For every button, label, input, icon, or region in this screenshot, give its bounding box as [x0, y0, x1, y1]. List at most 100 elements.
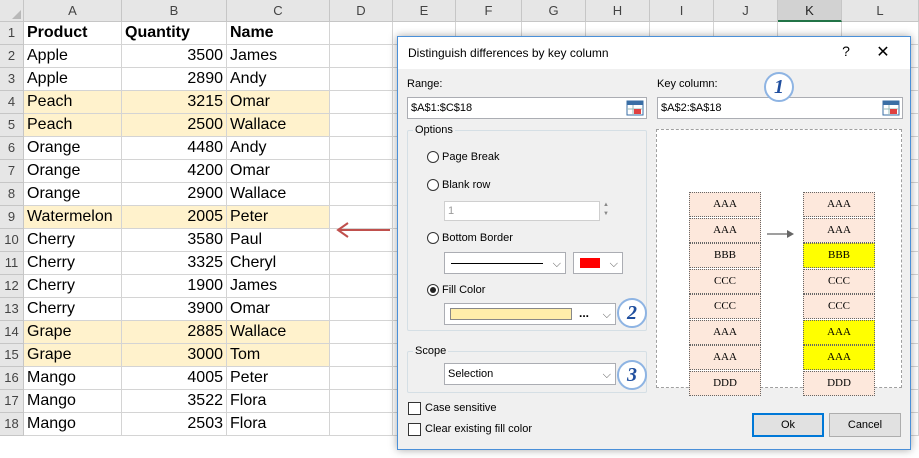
row-header[interactable]: 8 — [0, 183, 24, 206]
close-button[interactable]: ✕ — [873, 42, 893, 62]
cell-product[interactable]: Watermelon — [24, 206, 122, 229]
header-cell-quantity[interactable]: Quantity — [122, 22, 227, 45]
empty-cell[interactable] — [330, 160, 393, 183]
row-header[interactable]: 7 — [0, 160, 24, 183]
scope-select[interactable]: Selection ⌵ — [444, 363, 616, 385]
page-break-radio[interactable] — [427, 151, 439, 163]
cell-quantity[interactable]: 1900 — [122, 275, 227, 298]
row-header[interactable]: 9 — [0, 206, 24, 229]
help-button[interactable]: ? — [836, 43, 856, 59]
row-header[interactable]: 11 — [0, 252, 24, 275]
row-header[interactable]: 5 — [0, 114, 24, 137]
row-header[interactable]: 13 — [0, 298, 24, 321]
cell-product[interactable]: Cherry — [24, 252, 122, 275]
empty-cell[interactable] — [330, 45, 393, 68]
cell-name[interactable]: Omar — [227, 91, 330, 114]
column-header-h[interactable]: H — [586, 0, 650, 22]
row-header[interactable]: 1 — [0, 22, 24, 45]
cell-product[interactable]: Apple — [24, 45, 122, 68]
row-header[interactable]: 2 — [0, 45, 24, 68]
cell-name[interactable]: Wallace — [227, 114, 330, 137]
empty-cell[interactable] — [330, 22, 393, 45]
cell-name[interactable]: Wallace — [227, 321, 330, 344]
case-sensitive-checkbox[interactable] — [408, 402, 421, 415]
cell-quantity[interactable]: 4005 — [122, 367, 227, 390]
empty-cell[interactable] — [330, 114, 393, 137]
empty-cell[interactable] — [330, 68, 393, 91]
empty-cell[interactable] — [330, 321, 393, 344]
cell-quantity[interactable]: 2005 — [122, 206, 227, 229]
cell-product[interactable]: Peach — [24, 114, 122, 137]
empty-cell[interactable] — [330, 137, 393, 160]
column-header-f[interactable]: F — [456, 0, 522, 22]
column-header-j[interactable]: J — [714, 0, 778, 22]
cell-quantity[interactable]: 2890 — [122, 68, 227, 91]
cell-name[interactable]: Omar — [227, 160, 330, 183]
cell-quantity[interactable]: 3000 — [122, 344, 227, 367]
key-column-select-icon[interactable] — [882, 100, 900, 116]
empty-cell[interactable] — [330, 413, 393, 436]
cancel-button[interactable]: Cancel — [829, 413, 901, 437]
range-input[interactable]: $A$1:$C$18 — [407, 97, 647, 119]
cell-quantity[interactable]: 2500 — [122, 114, 227, 137]
empty-cell[interactable] — [330, 252, 393, 275]
cell-quantity[interactable]: 3900 — [122, 298, 227, 321]
ok-button[interactable]: Ok — [752, 413, 824, 437]
cell-quantity[interactable]: 2885 — [122, 321, 227, 344]
clear-fill-checkbox[interactable] — [408, 423, 421, 436]
row-header[interactable]: 3 — [0, 68, 24, 91]
border-color-select[interactable]: ⌵ — [573, 252, 623, 274]
empty-cell[interactable] — [330, 390, 393, 413]
empty-cell[interactable] — [330, 298, 393, 321]
empty-cell[interactable] — [330, 367, 393, 390]
column-header-g[interactable]: G — [522, 0, 586, 22]
cell-quantity[interactable]: 3580 — [122, 229, 227, 252]
cell-product[interactable]: Orange — [24, 137, 122, 160]
column-header-c[interactable]: C — [227, 0, 330, 22]
bottom-border-radio[interactable] — [427, 232, 439, 244]
blank-row-spinner[interactable]: ▲ ▼ — [600, 201, 612, 221]
column-header-l[interactable]: L — [842, 0, 919, 22]
cell-quantity[interactable]: 2900 — [122, 183, 227, 206]
cell-product[interactable]: Grape — [24, 344, 122, 367]
cell-quantity[interactable]: 2503 — [122, 413, 227, 436]
cell-product[interactable]: Cherry — [24, 298, 122, 321]
cell-product[interactable]: Apple — [24, 68, 122, 91]
cell-product[interactable]: Mango — [24, 367, 122, 390]
cell-name[interactable]: Flora — [227, 390, 330, 413]
cell-name[interactable]: Peter — [227, 367, 330, 390]
cell-product[interactable]: Peach — [24, 91, 122, 114]
empty-cell[interactable] — [330, 344, 393, 367]
cell-product[interactable]: Orange — [24, 183, 122, 206]
blank-row-radio[interactable] — [427, 179, 439, 191]
cell-product[interactable]: Cherry — [24, 229, 122, 252]
row-header[interactable]: 6 — [0, 137, 24, 160]
cell-name[interactable]: Tom — [227, 344, 330, 367]
cell-name[interactable]: James — [227, 275, 330, 298]
column-header-b[interactable]: B — [122, 0, 227, 22]
blank-row-input[interactable]: 1 — [444, 201, 600, 221]
column-header-i[interactable]: I — [650, 0, 714, 22]
cell-name[interactable]: Paul — [227, 229, 330, 252]
cell-quantity[interactable]: 3500 — [122, 45, 227, 68]
cell-name[interactable]: Omar — [227, 298, 330, 321]
header-cell-name[interactable]: Name — [227, 22, 330, 45]
column-header-k[interactable]: K — [778, 0, 842, 22]
cell-name[interactable]: Andy — [227, 137, 330, 160]
row-header[interactable]: 4 — [0, 91, 24, 114]
empty-cell[interactable] — [330, 91, 393, 114]
row-header[interactable]: 14 — [0, 321, 24, 344]
row-header[interactable]: 17 — [0, 390, 24, 413]
cell-name[interactable]: Andy — [227, 68, 330, 91]
column-header-d[interactable]: D — [330, 0, 393, 22]
cell-name[interactable]: Peter — [227, 206, 330, 229]
row-header[interactable]: 12 — [0, 275, 24, 298]
cell-quantity[interactable]: 3522 — [122, 390, 227, 413]
column-header-e[interactable]: E — [393, 0, 456, 22]
cell-product[interactable]: Grape — [24, 321, 122, 344]
select-all-corner[interactable] — [0, 0, 24, 22]
cell-quantity[interactable]: 3215 — [122, 91, 227, 114]
header-cell-product[interactable]: Product — [24, 22, 122, 45]
row-header[interactable]: 18 — [0, 413, 24, 436]
empty-cell[interactable] — [330, 275, 393, 298]
